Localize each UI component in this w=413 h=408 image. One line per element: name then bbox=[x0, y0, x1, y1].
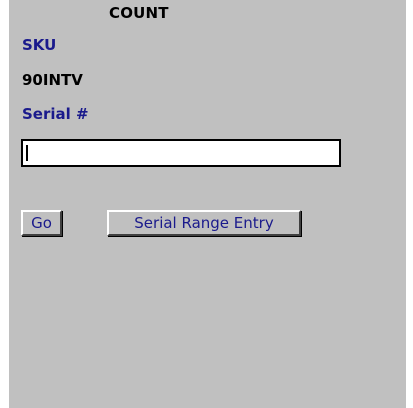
serial-input[interactable] bbox=[21, 139, 341, 167]
page-title: COUNT bbox=[109, 4, 169, 22]
sku-label: SKU bbox=[22, 36, 57, 54]
serial-range-entry-button[interactable]: Serial Range Entry bbox=[107, 210, 301, 236]
go-button[interactable]: Go bbox=[21, 210, 62, 236]
app-screen: COUNT SKU 90INTV Serial # Go Serial Rang… bbox=[9, 0, 406, 408]
sku-value: 90INTV bbox=[22, 71, 83, 89]
serial-label: Serial # bbox=[22, 105, 89, 123]
text-cursor bbox=[26, 145, 28, 161]
